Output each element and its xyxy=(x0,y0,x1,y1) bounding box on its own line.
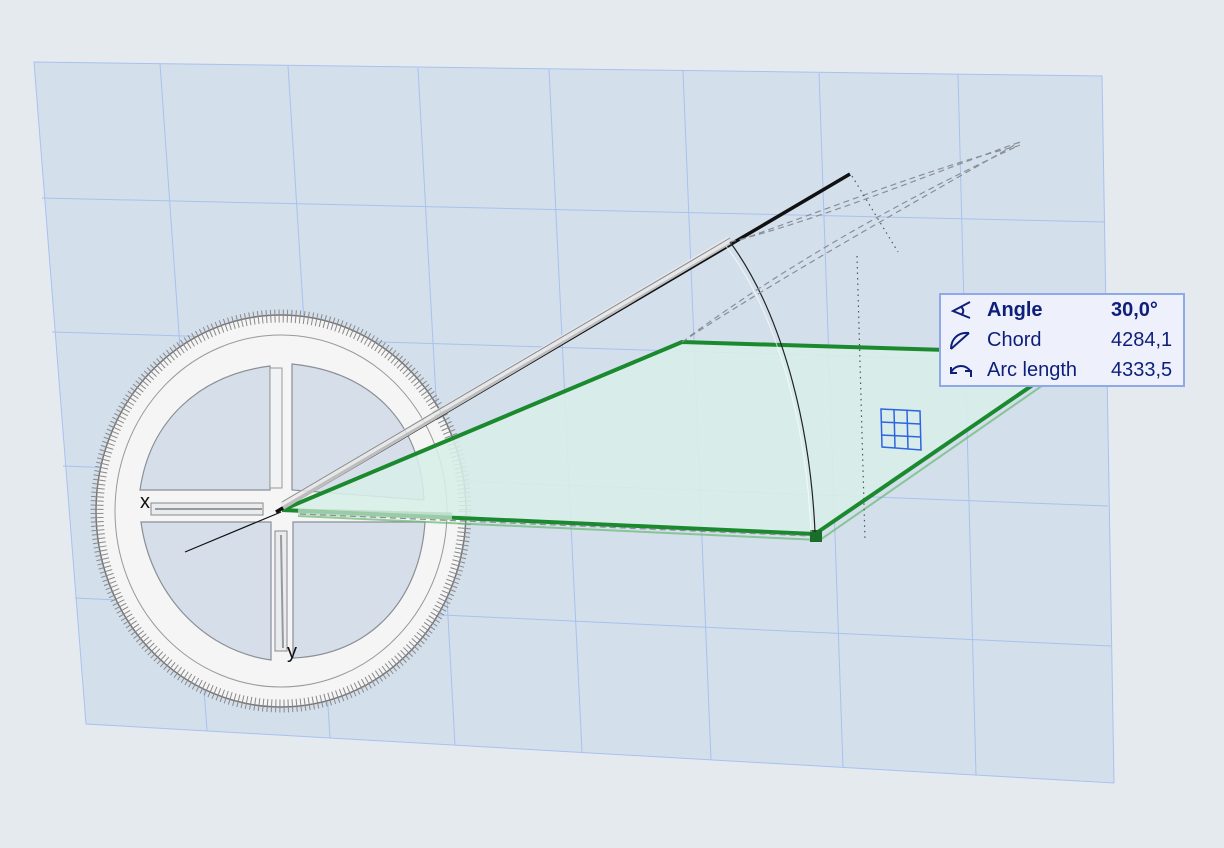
tracker-chord-label: Chord xyxy=(987,329,1042,351)
tracker-angle-value[interactable]: 30,0° xyxy=(1111,299,1158,321)
protractor-x-label: x xyxy=(140,491,150,513)
angle-icon xyxy=(950,301,971,319)
chord-icon xyxy=(950,331,970,350)
tracker-row-chord[interactable]: Chord 4284,1 xyxy=(941,325,1183,355)
tracker-row-arc-length[interactable]: Arc length 4333,5 xyxy=(941,355,1183,385)
tracker-angle-label: Angle xyxy=(987,299,1043,321)
tracker-arc-length-value[interactable]: 4333,5 xyxy=(1111,359,1172,381)
arc-length-icon xyxy=(950,365,972,377)
slab-corner-node[interactable] xyxy=(810,530,822,542)
tracker-chord-value[interactable]: 4284,1 xyxy=(1111,329,1172,351)
tracker-row-angle[interactable]: Angle 30,0° xyxy=(941,295,1183,325)
tracker-palette: Angle 30,0° Chord 4284,1 Arc length 4333… xyxy=(939,293,1185,387)
3d-viewport[interactable]: x y xyxy=(0,0,1224,848)
protractor-y-label: y xyxy=(287,641,297,663)
tracker-arc-length-label: Arc length xyxy=(987,359,1078,381)
